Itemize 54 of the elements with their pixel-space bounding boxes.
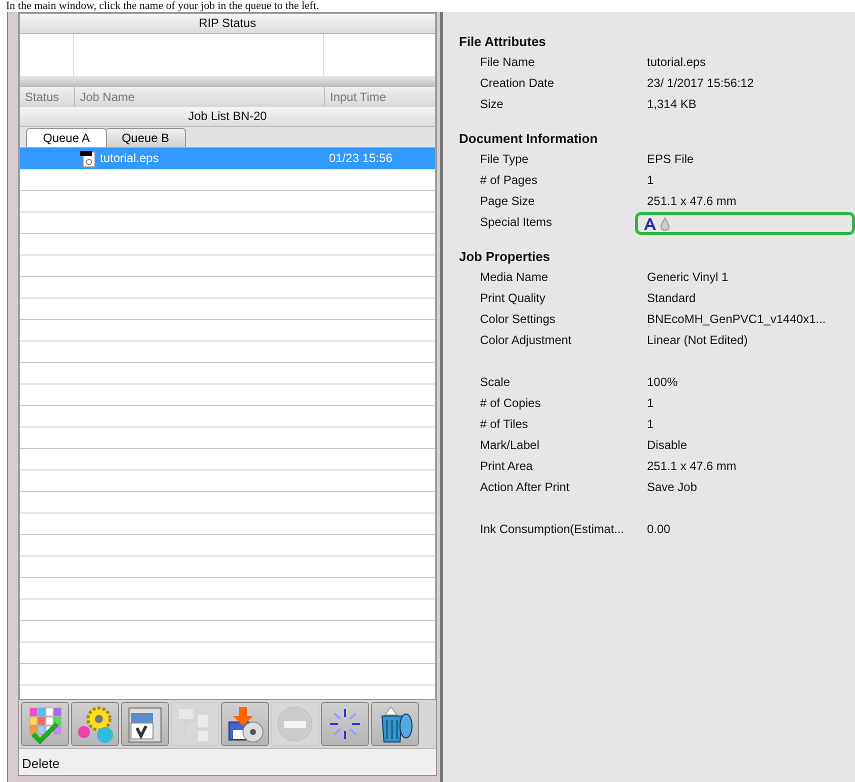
property-value: Generic Vinyl 1: [647, 269, 730, 286]
property-label: Size: [480, 96, 504, 113]
property-label: Media Name: [480, 269, 550, 286]
property-value: tutorial.eps: [647, 54, 707, 71]
column-header[interactable]: Status: [20, 87, 74, 107]
property-label: Print Quality: [480, 290, 546, 307]
queue-tab[interactable]: Queue B: [104, 128, 186, 147]
property-label: Color Settings: [480, 311, 556, 328]
toolbar-button[interactable]: [221, 702, 269, 746]
job-list-title: Job List BN-20: [20, 107, 435, 127]
property-value: Disable: [647, 437, 688, 454]
property-value: Linear (Not Edited): [647, 332, 749, 349]
gears-icon: [75, 704, 115, 744]
property-value: 1: [647, 416, 655, 433]
property-value: 251.1 x 47.6 mm: [647, 458, 738, 475]
property-value: Standard: [647, 290, 697, 307]
property-value: 1: [647, 395, 655, 412]
job-row[interactable]: tutorial.eps 01/23 15:56: [20, 148, 435, 169]
property-label: File Type: [480, 151, 530, 168]
property-value: EPS File: [647, 151, 695, 168]
stop-sign-icon: [275, 704, 315, 744]
property-value: Save Job: [647, 479, 698, 496]
property-value: 23/ 1/2017 15:56:12: [647, 75, 755, 92]
property-value: 100%: [647, 374, 679, 391]
property-value: 0.00: [647, 521, 672, 538]
caption-text: In the main window, click the name of your job in the queue to the left.: [5, 0, 320, 12]
property-value: 1,314 KB: [647, 96, 698, 113]
section-title: Job Properties: [459, 248, 552, 266]
section-title: File Attributes: [459, 33, 547, 51]
property-label: Print Area: [480, 458, 534, 475]
property-label: Ink Consumption(Estimat...: [480, 521, 626, 538]
property-value: BNEcoMH_GenPVC1_v1440x1...: [647, 311, 827, 328]
ink-drop-icon: [660, 216, 670, 230]
font-icon: [643, 216, 657, 230]
rip-status-header: RIP Status: [20, 14, 435, 34]
property-value: 251.1 x 47.6 mm: [647, 193, 738, 210]
property-label: File Name: [480, 54, 536, 71]
property-label: # of Copies: [480, 395, 542, 412]
property-label: Page Size: [480, 193, 536, 210]
toolbar-button[interactable]: [371, 702, 419, 746]
property-label: Special Items: [480, 214, 554, 231]
property-label: # of Tiles: [480, 416, 530, 433]
property-label: Scale: [480, 374, 512, 391]
job-name: tutorial.eps: [100, 150, 159, 167]
input-time: 01/23 15:56: [329, 150, 392, 167]
property-label: Creation Date: [480, 75, 556, 92]
section-title: Document Information: [459, 130, 599, 148]
property-label: Action After Print: [480, 479, 570, 496]
property-label: Color Adjustment: [480, 332, 572, 349]
property-value: 1: [647, 172, 655, 189]
queue-tab[interactable]: Queue A: [26, 128, 107, 147]
toolbar-button[interactable]: [121, 702, 169, 746]
property-label: Mark/Label: [480, 437, 540, 454]
property-label: # of Pages: [480, 172, 538, 189]
